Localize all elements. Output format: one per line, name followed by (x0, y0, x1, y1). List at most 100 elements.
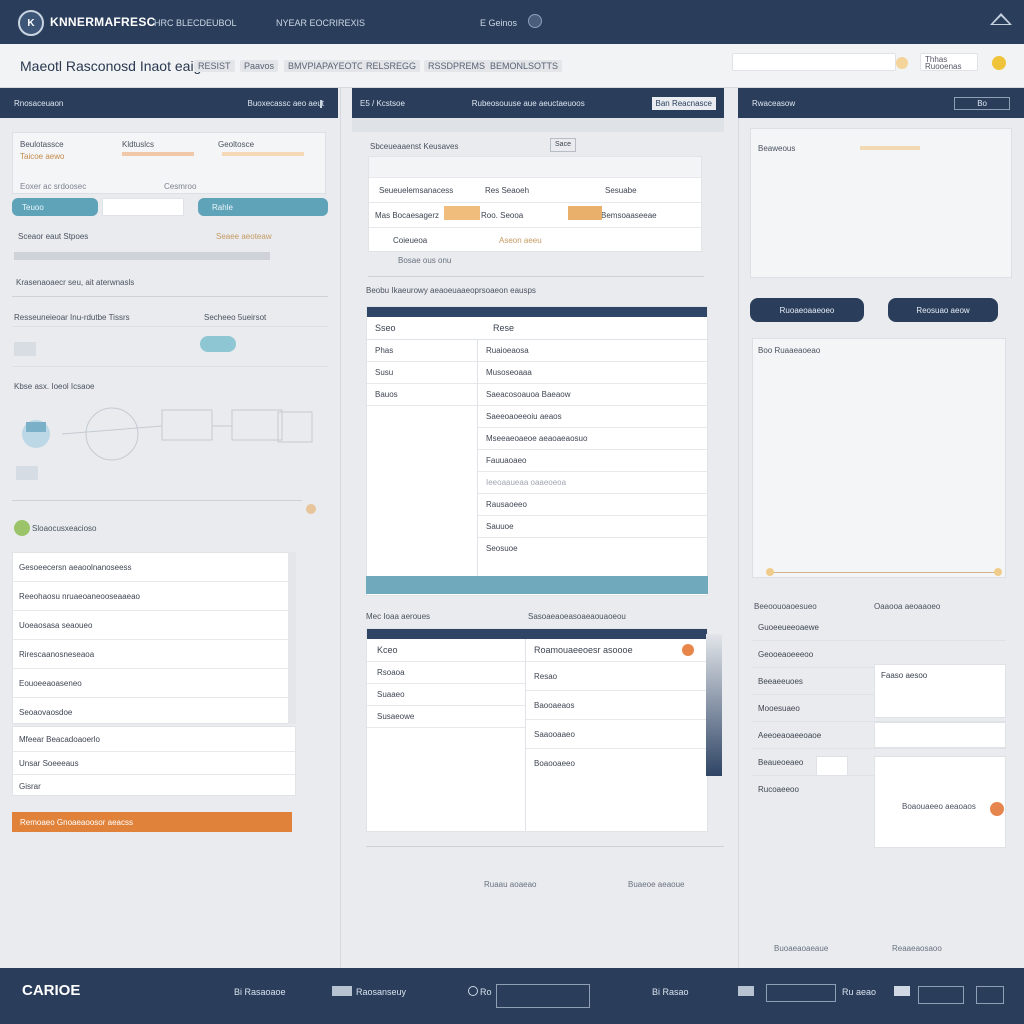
table-row[interactable]: Ruaioeaosa (478, 340, 707, 362)
expand-icon[interactable] (306, 504, 316, 514)
center-header-tab[interactable]: Ban Reacnasce (651, 96, 716, 110)
scrollbar[interactable] (288, 552, 296, 724)
progress-bar (14, 252, 270, 260)
orange-action-bar[interactable]: Remoaeo Gnoaeaoosor aeacss (12, 812, 292, 832)
nav-item-2[interactable]: NYEAR EOCRIREXIS (276, 18, 365, 28)
table-row[interactable]: Suaaeo (367, 684, 525, 706)
table-row[interactable]: Resao (526, 662, 707, 691)
list-item[interactable]: Eouoeeaoaseneo (13, 669, 295, 698)
status-pill[interactable] (200, 336, 236, 352)
left-input[interactable] (102, 198, 184, 216)
search-icon[interactable] (896, 57, 908, 69)
cell: Rausaoeeo (486, 500, 527, 509)
center-column-header: E5 / Kcstsoe Rubeosouuse aue aeuctaeuoos… (352, 88, 724, 118)
table-row[interactable]: Fauuaoaeo (478, 450, 707, 472)
filter-tab-1[interactable]: RESIST (194, 60, 235, 72)
footer-select[interactable] (496, 984, 590, 1008)
list-item[interactable]: Seoaovaosdoe (13, 698, 295, 726)
table-row[interactable]: Musoseoaaa (478, 362, 707, 384)
text-input[interactable]: Faaso aesoo (874, 664, 1006, 718)
table-row[interactable]: Saaooaaeo (526, 720, 707, 749)
table-row[interactable]: Ieeoaaueaa oaaeoeoa (478, 472, 707, 494)
table-row[interactable]: Rausaoeeo (478, 494, 707, 516)
column-header[interactable]: Rese (485, 323, 514, 333)
teal-button-left[interactable]: Teuoo (12, 198, 98, 216)
footer-item-4[interactable]: Bi Rasao (652, 987, 689, 997)
filter-tab-4[interactable]: RELSREGG (362, 60, 421, 72)
footer-item-3[interactable]: Ro (480, 987, 492, 997)
user-sub: Ruooenas (925, 62, 962, 71)
range-slider[interactable] (764, 568, 1004, 578)
card-tag[interactable]: Sace (550, 138, 576, 152)
footer-item-1[interactable]: Bi Rasaoaoe (234, 987, 286, 997)
stepper-input[interactable] (816, 756, 848, 776)
table-row[interactable]: Susu (367, 362, 477, 384)
alert-icon[interactable] (990, 802, 1004, 816)
scrollbar[interactable] (706, 634, 722, 776)
table-row[interactable]: Phas (367, 340, 477, 362)
table-row[interactable]: Mseeaeoaeoe aeaoaeaosuo (478, 428, 707, 450)
footer-item-2[interactable]: Raosanseuy (356, 987, 406, 997)
table-footer-bar[interactable] (366, 576, 708, 594)
footer-field[interactable] (918, 986, 964, 1004)
action-label[interactable]: Boaouaeeo aeaoaos (902, 802, 976, 811)
footer-item-5[interactable]: Ru aeao (842, 987, 876, 997)
center-section-title: Beobu Ikaeurowy aeaoeuaaeoprsoaeon eausp… (366, 286, 536, 295)
list-item[interactable]: Gisrar (13, 775, 295, 797)
secondary-button[interactable]: Reosuao aeow (888, 298, 998, 322)
footer-input[interactable] (766, 984, 836, 1002)
table-row[interactable]: Saeeoaoeeoiu aeaos (478, 406, 707, 428)
primary-button[interactable]: Ruoaeoaaeoeo (750, 298, 864, 322)
avatar[interactable] (992, 56, 1006, 70)
right-header-box[interactable]: Bo (954, 96, 1010, 110)
center-foot-2: Buaeoe aeaoue (628, 880, 685, 889)
filter-tab-5[interactable]: RSSDPREMS (424, 60, 490, 72)
table-row[interactable]: Coieueoa Aseon aeeu (369, 228, 701, 252)
filter-tab-3[interactable]: BMVPIAPAYEOTOS (284, 60, 375, 72)
notification-icon[interactable] (528, 14, 542, 28)
slider-handle-right[interactable] (994, 568, 1002, 576)
list-item[interactable]: Unsar Soeeeaus (13, 752, 295, 775)
bar-indicator (444, 206, 480, 220)
form-row[interactable]: Guoeeueeoaewe (752, 614, 1006, 641)
table-row[interactable]: Baooaeaos (526, 691, 707, 720)
menu-triangle-icon[interactable] (990, 13, 1012, 25)
table-row[interactable]: Boaooaeeo (526, 749, 707, 777)
table-row[interactable]: Seueuelemsanacess Res Seaoeh Sesuabe (369, 178, 701, 203)
alert-icon[interactable] (682, 644, 694, 656)
column-header[interactable]: Sseo (367, 323, 485, 333)
summary-table: Seueuelemsanacess Res Seaoeh Sesuabe Mas… (368, 156, 702, 252)
cell: Kceo (377, 645, 398, 655)
form-label: Rucoaeeoo (758, 784, 799, 794)
table-row[interactable]: Saeacosoauoa Baeaow (478, 384, 707, 406)
table-row[interactable]: Bauos (367, 384, 477, 406)
column-header[interactable]: Roamouaeeoesr asoooe (526, 639, 707, 662)
text-input-2[interactable] (874, 722, 1006, 748)
logo-icon[interactable]: K (18, 10, 44, 36)
slider-track (768, 572, 1000, 573)
right-foot-right[interactable]: Reaaeaosaoo (892, 944, 942, 953)
search-input[interactable] (732, 53, 896, 71)
list-item[interactable]: Uoeaosasa seaoueo (13, 611, 295, 640)
bar-indicator (568, 206, 602, 220)
footer-button[interactable] (976, 986, 1004, 1004)
list-item[interactable]: Rirescaanosneseaoa (13, 640, 295, 669)
user-box[interactable]: Thhas Ruooenas (920, 53, 978, 71)
slider-handle-left[interactable] (766, 568, 774, 576)
list-item[interactable]: Reeohaosu nruaeoaneooseaaeao (13, 582, 295, 611)
table-row[interactable]: Sauuoe (478, 516, 707, 538)
folder-icon (332, 986, 352, 996)
teal-button-right[interactable]: Rahle (198, 198, 328, 216)
form-label: Beaueoeaeo (758, 757, 804, 767)
right-foot-left[interactable]: Buoaeaoaeaue (774, 944, 828, 953)
table-row[interactable]: Susaeowe (367, 706, 525, 728)
table-row[interactable]: Mas Bocaesagerz Roo. Seooa Bemsoaaseeae (369, 203, 701, 228)
nav-item-1[interactable]: HRC BLECDEUBOL (154, 18, 237, 28)
table-row[interactable]: Rsoaoa (367, 662, 525, 684)
column-header[interactable]: Kceo (367, 639, 525, 662)
list-item[interactable]: Gesoeecersn aeaoolnanoseess (13, 553, 295, 582)
filter-tab-6[interactable]: BEMONLSOTTS (486, 60, 563, 72)
filter-tab-2[interactable]: Paavos (240, 60, 279, 72)
table-row[interactable]: Seosuoe (478, 538, 707, 559)
nav-item-3[interactable]: E Geinos (480, 18, 517, 28)
